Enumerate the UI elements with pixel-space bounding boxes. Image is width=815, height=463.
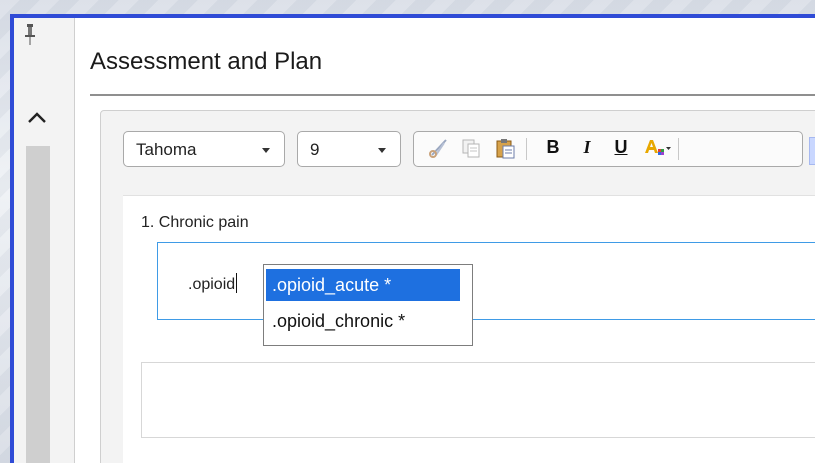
paste-icon: [496, 139, 515, 159]
section-title: Assessment and Plan: [90, 48, 323, 75]
italic-button[interactable]: I: [574, 137, 600, 161]
bold-button[interactable]: B: [540, 137, 566, 161]
format-button-group: B I U: [413, 131, 803, 167]
cut-button[interactable]: [426, 137, 452, 161]
font-size-select[interactable]: 9: [297, 131, 401, 167]
chevron-up-icon[interactable]: [22, 104, 52, 132]
chevron-down-icon: [262, 148, 270, 153]
autocomplete-option-opioid-chronic[interactable]: .opioid_chronic *: [266, 305, 460, 337]
toolbar-overflow-button[interactable]: [809, 137, 815, 165]
font-color-button[interactable]: [640, 137, 674, 161]
left-rail: [14, 18, 75, 463]
paste-button[interactable]: [492, 137, 518, 161]
copy-button[interactable]: [458, 137, 484, 161]
problem-text-field[interactable]: .opioid: [157, 242, 815, 320]
font-family-value: Tahoma: [136, 140, 197, 159]
cut-icon: [429, 139, 447, 158]
autocomplete-option-opioid-acute[interactable]: .opioid_acute *: [266, 269, 460, 301]
next-problem-field[interactable]: [141, 362, 815, 438]
copy-icon: [462, 139, 480, 158]
font-size-value: 9: [310, 140, 320, 159]
typed-text-value: .opioid: [188, 276, 236, 293]
note-window: Assessment and Plan Tahoma 9 B I U 1. Ch…: [10, 14, 815, 463]
scrollbar-track[interactable]: [26, 146, 50, 463]
toolbar-separator: [526, 138, 527, 160]
chevron-down-icon: [378, 148, 386, 153]
editor-toolbar: Tahoma 9 B I U: [101, 111, 815, 181]
problem-label: 1. Chronic pain: [141, 214, 249, 231]
pin-icon[interactable]: [24, 24, 36, 46]
toolbar-separator: [678, 138, 679, 160]
text-cursor: [236, 273, 238, 293]
font-family-select[interactable]: Tahoma: [123, 131, 285, 167]
underline-button[interactable]: U: [608, 137, 634, 161]
font-color-icon: [645, 140, 671, 155]
typed-text: .opioid: [188, 273, 238, 294]
title-divider: [90, 94, 815, 96]
autocomplete-dropdown: .opioid_acute * .opioid_chronic *: [263, 264, 473, 346]
